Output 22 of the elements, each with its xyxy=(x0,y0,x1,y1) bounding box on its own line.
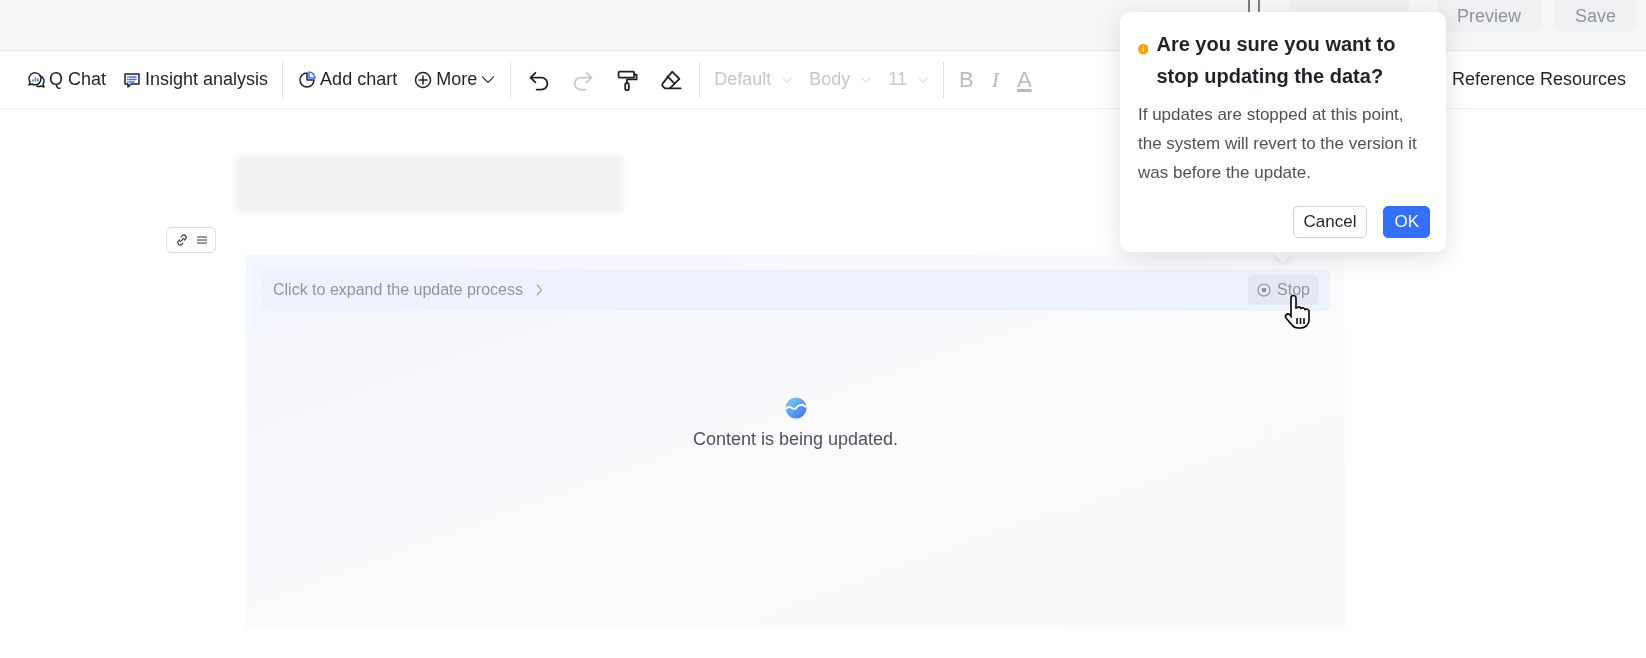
toolbar-button[interactable]: Q Chat xyxy=(20,65,113,94)
list-icon xyxy=(196,234,208,246)
link-icon xyxy=(174,232,190,248)
cancel-button[interactable]: Cancel xyxy=(1292,206,1368,238)
toolbar-button[interactable]: Add chart xyxy=(291,65,404,94)
popover-message: If updates are stopped at this point, the system will revert to the version it was before the update. xyxy=(1138,104,1418,184)
popover-title: Are you sure you want to stop updating the data? xyxy=(1156,32,1397,89)
expand-process-link[interactable]: Click to expand the update process xyxy=(273,281,547,299)
ok-button[interactable]: OK xyxy=(1383,206,1430,238)
top-bar-button[interactable]: Save xyxy=(1554,0,1636,32)
block-toolbar[interactable] xyxy=(166,227,216,253)
top-bar-button[interactable]: Preview xyxy=(1436,0,1541,32)
loading-orb-icon xyxy=(784,396,807,419)
status-text: Content is being updated. xyxy=(692,428,899,450)
chat-bubbles-icon xyxy=(26,69,46,90)
plus-circle-icon xyxy=(413,69,434,90)
pie-chart-icon xyxy=(297,69,318,90)
reference-resources-button[interactable]: Reference Resources xyxy=(1445,68,1632,91)
stop-button[interactable]: Stop xyxy=(1248,275,1318,305)
toolbar-button[interactable]: Insight analysis xyxy=(116,65,275,94)
stop-circle-icon xyxy=(1256,282,1273,298)
more-menu-button[interactable]: More xyxy=(407,65,503,94)
